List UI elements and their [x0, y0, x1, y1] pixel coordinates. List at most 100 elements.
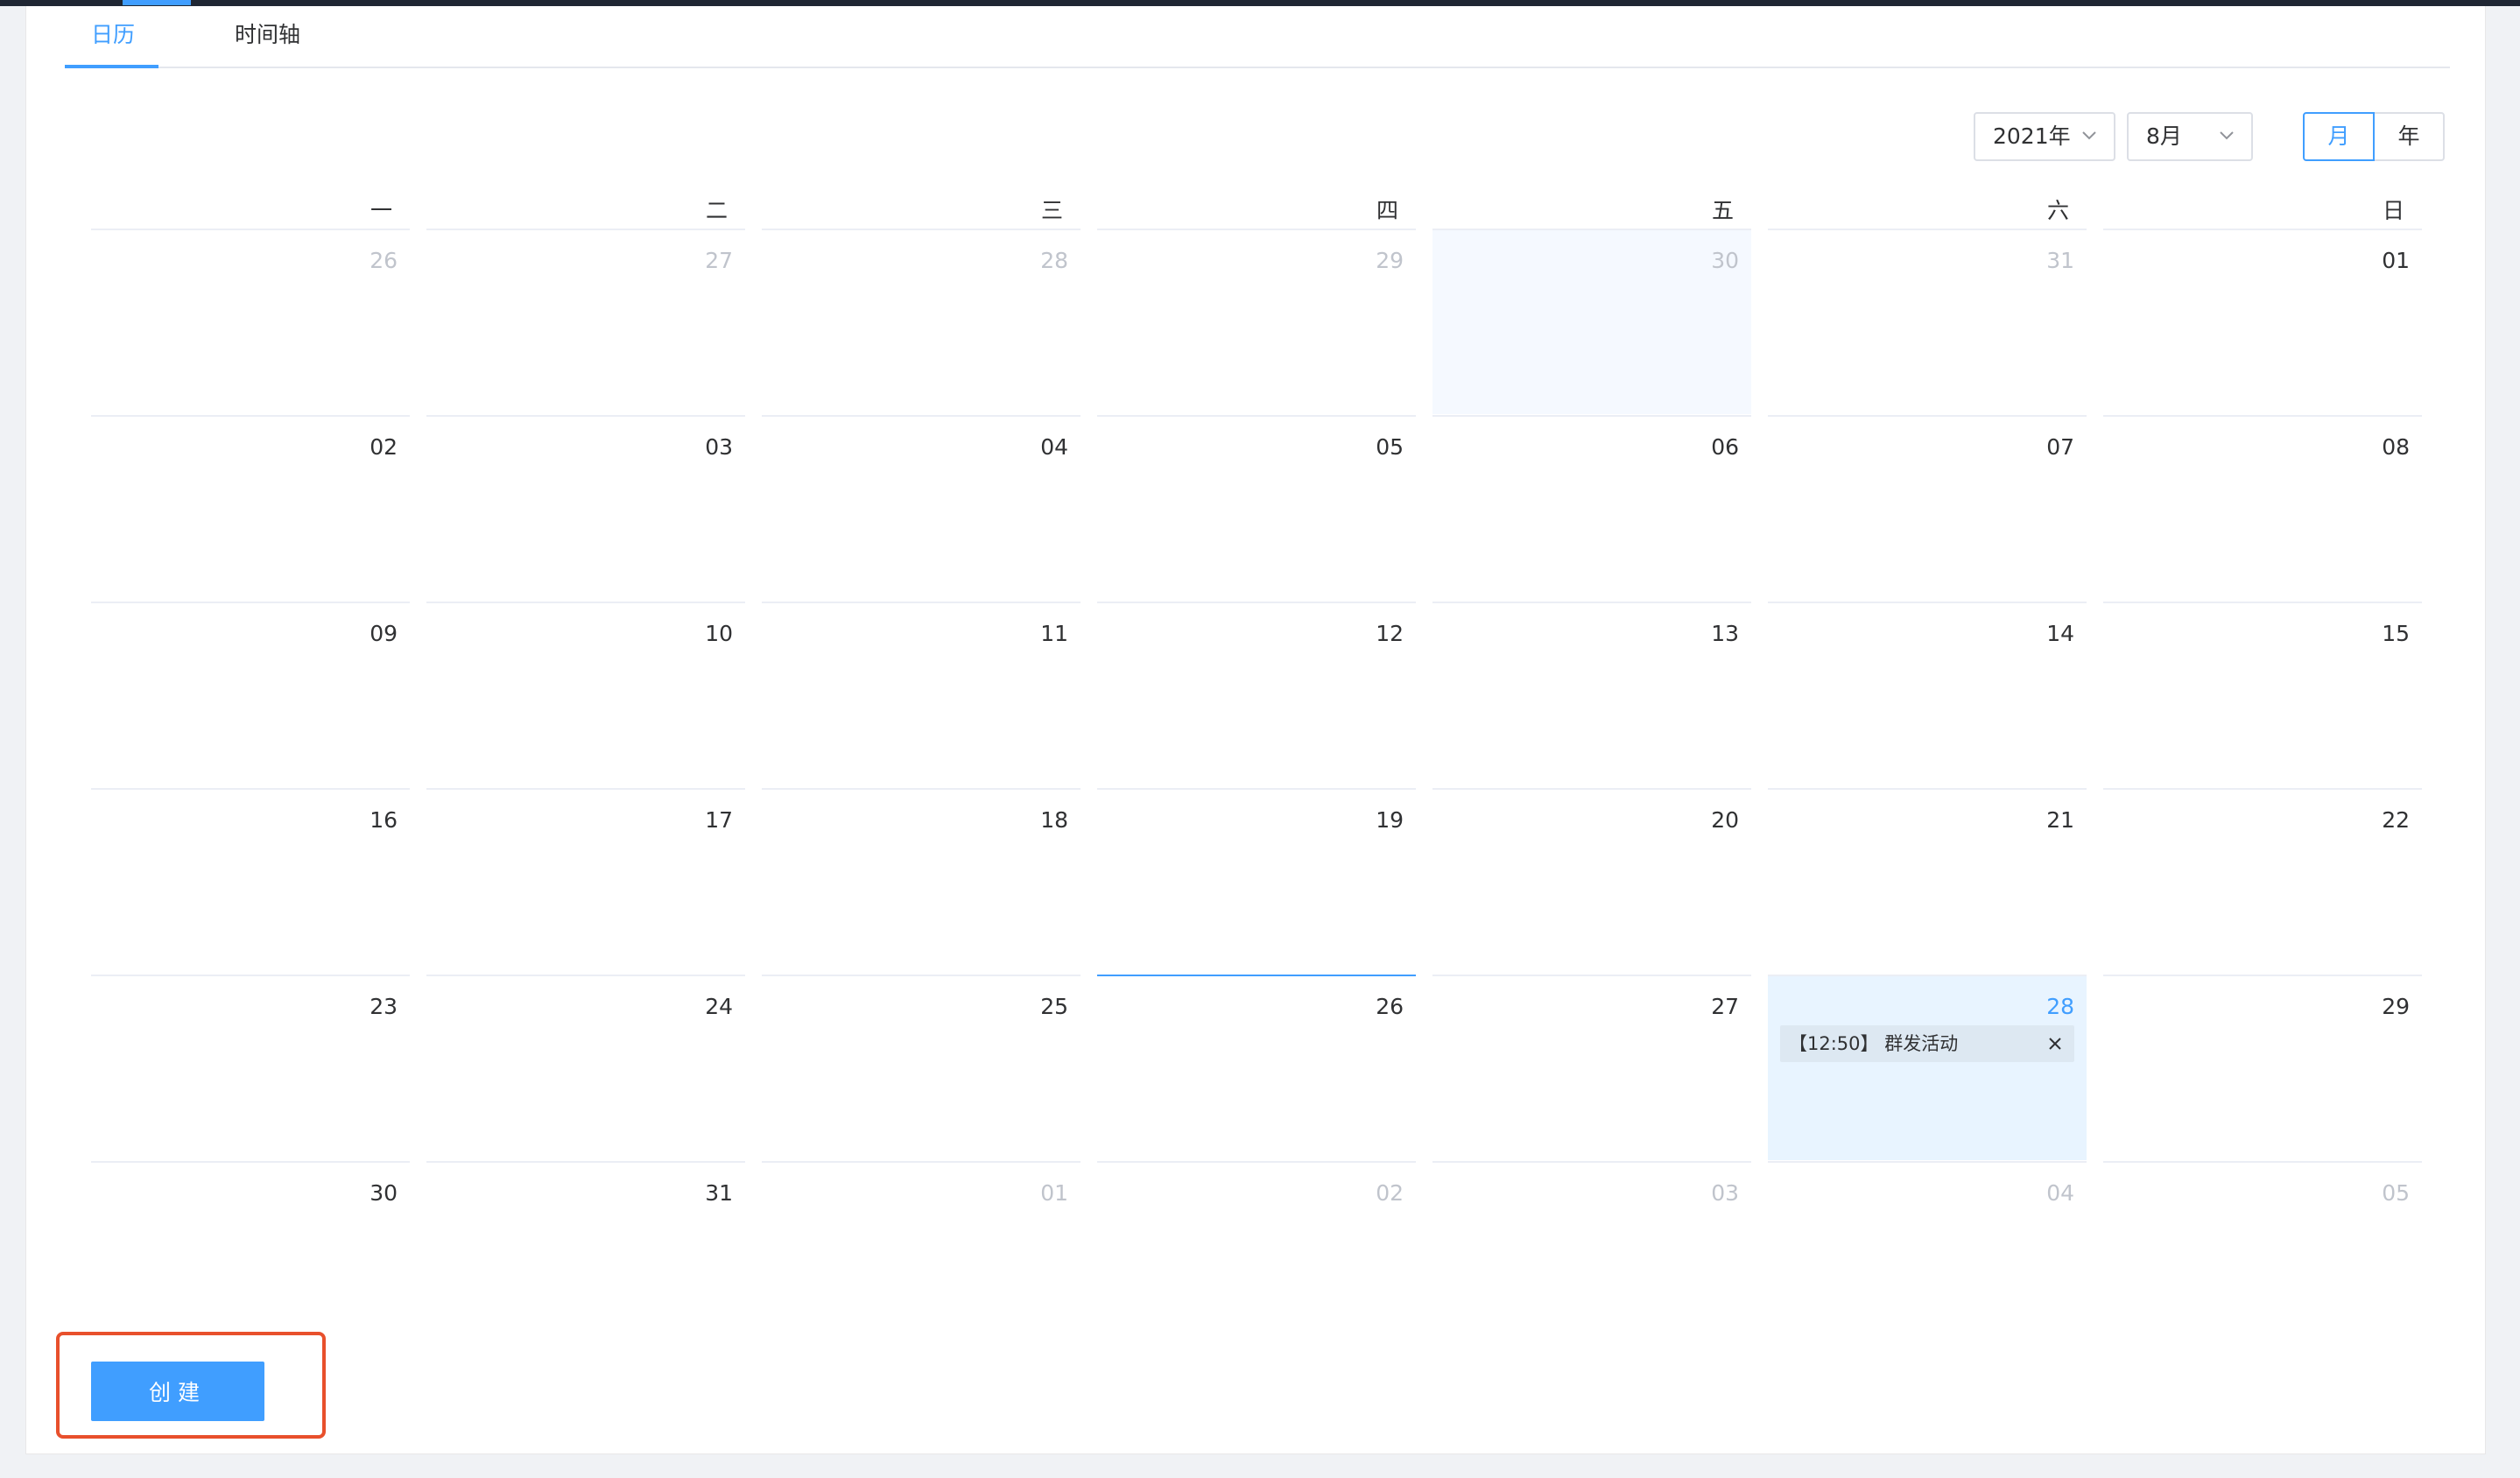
calendar-day-cell[interactable]: 12 [1097, 602, 1416, 787]
day-number: 24 [705, 994, 733, 1019]
day-number: 31 [2046, 248, 2074, 273]
view-year-button[interactable]: 年 [2373, 112, 2445, 161]
calendar-day-cell[interactable]: 09 [91, 602, 410, 787]
day-number: 30 [1711, 248, 1739, 273]
day-number: 07 [2046, 434, 2074, 460]
calendar-day-cell[interactable]: 02 [91, 415, 410, 601]
day-number: 04 [2046, 1180, 2074, 1206]
day-number: 27 [705, 248, 733, 273]
weekday-header: 四 [1376, 198, 1398, 223]
weekday-header: 一 [370, 198, 392, 223]
calendar-day-cell[interactable]: 01 [762, 1161, 1081, 1347]
chevron-down-icon [2220, 131, 2234, 140]
calendar-day-cell[interactable]: 15 [2103, 602, 2422, 787]
calendar-day-cell[interactable]: 29 [1097, 229, 1416, 414]
weekday-header: 六 [2046, 198, 2069, 223]
day-number: 29 [1376, 248, 1404, 273]
calendar-day-cell[interactable]: 04 [1768, 1161, 2087, 1347]
calendar-day-cell[interactable]: 18 [762, 788, 1081, 974]
day-number: 27 [1711, 994, 1739, 1019]
calendar-day-cell[interactable]: 07 [1768, 415, 2087, 601]
day-number: 10 [705, 621, 733, 646]
calendar-day-cell[interactable]: 22 [2103, 788, 2422, 974]
tab-timeline[interactable]: 时间轴 [235, 6, 300, 68]
day-number: 01 [2382, 248, 2410, 273]
calendar-day-cell[interactable]: 25 [762, 975, 1081, 1160]
calendar-day-cell[interactable]: 28 【12:50】 群发活动 [1768, 975, 2087, 1160]
day-number: 05 [1376, 434, 1404, 460]
day-number: 19 [1376, 807, 1404, 833]
day-number: 12 [1376, 621, 1404, 646]
day-number: 25 [1040, 994, 1068, 1019]
day-number: 26 [1376, 994, 1404, 1019]
day-number: 01 [1040, 1180, 1068, 1206]
calendar-day-cell[interactable]: 14 [1768, 602, 2087, 787]
day-number: 16 [370, 807, 398, 833]
day-number: 31 [705, 1180, 733, 1206]
calendar-event[interactable]: 【12:50】 群发活动 [1780, 1025, 2074, 1062]
calendar-day-cell[interactable]: 01 [2103, 229, 2422, 414]
calendar-day-cell[interactable]: 26 [91, 229, 410, 414]
calendar-day-cell[interactable]: 26 [1097, 975, 1416, 1160]
day-number: 29 [2382, 994, 2410, 1019]
calendar-day-cell[interactable]: 23 [91, 975, 410, 1160]
day-number: 17 [705, 807, 733, 833]
day-number: 22 [2382, 807, 2410, 833]
weekday-header: 日 [2382, 198, 2404, 223]
day-number: 14 [2046, 621, 2074, 646]
calendar-day-cell[interactable]: 30 [1432, 229, 1751, 414]
tab-active-indicator-top [123, 0, 191, 5]
day-number: 21 [2046, 807, 2074, 833]
calendar-day-cell[interactable]: 24 [426, 975, 745, 1160]
calendar-day-cell[interactable]: 08 [2103, 415, 2422, 601]
close-icon[interactable] [2046, 1035, 2064, 1052]
calendar-day-cell[interactable]: 20 [1432, 788, 1751, 974]
month-select[interactable]: 8月 [2127, 112, 2253, 161]
tab-active-indicator [65, 65, 158, 68]
view-month-button[interactable]: 月 [2303, 112, 2375, 161]
chevron-down-icon [2082, 131, 2096, 140]
day-number: 20 [1711, 807, 1739, 833]
calendar-day-cell[interactable]: 27 [426, 229, 745, 414]
day-number: 06 [1711, 434, 1739, 460]
day-number: 04 [1040, 434, 1068, 460]
calendar-day-cell[interactable]: 02 [1097, 1161, 1416, 1347]
calendar-day-cell[interactable]: 13 [1432, 602, 1751, 787]
calendar-day-cell[interactable]: 21 [1768, 788, 2087, 974]
year-select[interactable]: 2021年 [1974, 112, 2115, 161]
month-select-value: 8月 [2146, 123, 2182, 149]
day-number: 09 [370, 621, 398, 646]
weekday-header: 五 [1711, 198, 1734, 223]
year-select-value: 2021年 [1993, 123, 2071, 149]
calendar-day-cell[interactable]: 06 [1432, 415, 1751, 601]
calendar-day-cell[interactable]: 17 [426, 788, 745, 974]
calendar-day-cell[interactable]: 03 [426, 415, 745, 601]
day-number: 28 [1040, 248, 1068, 273]
calendar-day-cell[interactable]: 05 [1097, 415, 1416, 601]
calendar-day-cell[interactable]: 28 [762, 229, 1081, 414]
day-number: 13 [1711, 621, 1739, 646]
calendar-day-cell[interactable]: 31 [1768, 229, 2087, 414]
calendar-day-cell[interactable]: 30 [91, 1161, 410, 1347]
day-number: 03 [1711, 1180, 1739, 1206]
calendar-day-cell[interactable]: 11 [762, 602, 1081, 787]
main-card: 日历 时间轴 2021年 8月 月 年 一 二 三 四 五 六 日 26 27 28 29 30 31 0… [25, 0, 2486, 1454]
calendar-day-cell[interactable]: 05 [2103, 1161, 2422, 1347]
calendar-day-cell[interactable]: 27 [1432, 975, 1751, 1160]
day-number: 02 [1376, 1180, 1404, 1206]
calendar-day-cell[interactable]: 31 [426, 1161, 745, 1347]
calendar-day-cell[interactable]: 04 [762, 415, 1081, 601]
day-number: 23 [370, 994, 398, 1019]
day-number: 02 [370, 434, 398, 460]
calendar-day-cell[interactable]: 16 [91, 788, 410, 974]
weekday-header: 二 [705, 198, 728, 223]
calendar-day-cell[interactable]: 10 [426, 602, 745, 787]
day-number: 08 [2382, 434, 2410, 460]
create-button[interactable]: 创建 [91, 1362, 264, 1421]
top-bar [0, 0, 2520, 6]
calendar-day-cell[interactable]: 03 [1432, 1161, 1751, 1347]
tab-calendar[interactable]: 日历 [91, 6, 135, 68]
day-number: 28 [2046, 994, 2074, 1019]
calendar-day-cell[interactable]: 29 [2103, 975, 2422, 1160]
calendar-day-cell[interactable]: 19 [1097, 788, 1416, 974]
